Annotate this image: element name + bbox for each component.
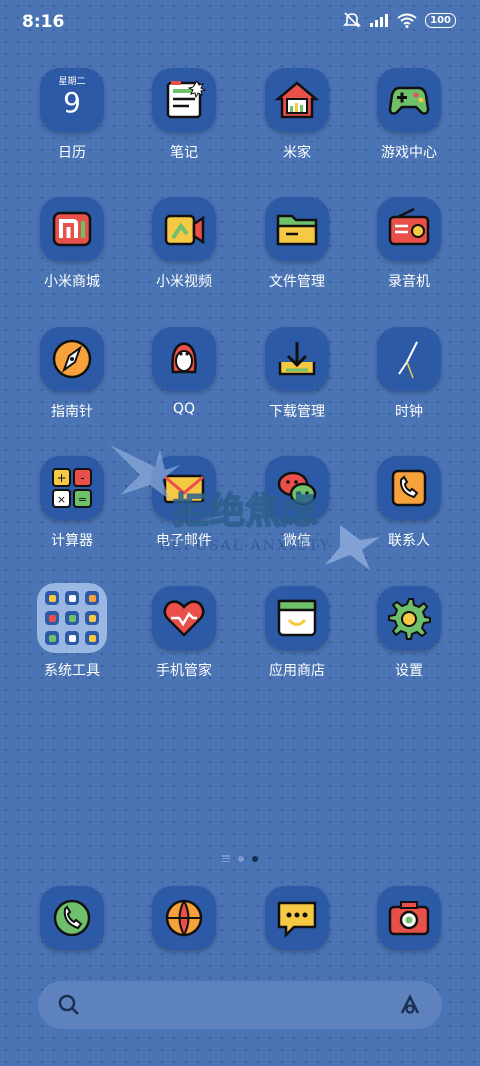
wifi-icon (397, 13, 417, 28)
folder-icon (265, 197, 329, 261)
app-calendar[interactable]: 星期二 9 日历 (22, 68, 122, 162)
watermark-subtitle: REFUSAL ANXIETY (159, 538, 331, 554)
page-indicator[interactable] (0, 855, 480, 862)
page-dot (238, 855, 244, 862)
app-settings[interactable]: 设置 (359, 586, 459, 680)
svg-text:=: = (78, 493, 87, 506)
browser-icon (152, 886, 216, 950)
app-label: 小米视频 (156, 274, 212, 290)
watermark-title: 拒绝焦虑 (173, 490, 317, 532)
app-label: 手机管家 (156, 663, 212, 679)
svg-text:-: - (80, 471, 84, 485)
contacts-icon (377, 456, 441, 520)
search-icon (58, 994, 79, 1015)
calendar-day: 9 (63, 86, 81, 119)
app-game-center[interactable]: 游戏中心 (359, 68, 459, 162)
app-label: QQ (172, 401, 196, 417)
app-calculator[interactable]: + - × = 计算器 (22, 456, 122, 550)
recorder-icon (377, 197, 441, 261)
signal-icon (370, 14, 389, 27)
app-file-manager[interactable]: 文件管理 (247, 197, 347, 291)
app-mi-store[interactable]: 小米商城 (22, 197, 122, 291)
app-clock[interactable]: 时钟 (359, 327, 459, 421)
app-mi-video[interactable]: 小米视频 (134, 197, 234, 291)
folder-group-icon (37, 583, 107, 653)
app-label: 计算器 (51, 533, 93, 549)
app-label: 文件管理 (269, 274, 325, 290)
app-label: 指南针 (51, 404, 93, 420)
calculator-icon: + - × = (40, 456, 104, 520)
status-icons: 100 (343, 12, 456, 28)
refusal-anxiety-watermark: 拒绝焦虑 REFUSAL ANXIETY (110, 445, 380, 570)
mijia-home-icon (265, 68, 329, 132)
mute-icon (343, 12, 362, 28)
app-label: 米家 (283, 145, 311, 161)
app-label: 小米商城 (44, 274, 100, 290)
app-label: 应用商店 (269, 663, 325, 679)
compass-icon (40, 327, 104, 391)
app-label: 设置 (395, 663, 423, 679)
app-security[interactable]: 手机管家 (134, 586, 234, 680)
notes-icon (152, 68, 216, 132)
app-label: 日历 (58, 145, 86, 161)
app-label: 时钟 (395, 404, 423, 420)
app-compass[interactable]: 指南针 (22, 327, 122, 421)
battery-indicator: 100 (425, 12, 456, 28)
phone-icon (40, 886, 104, 950)
qq-penguin-icon (152, 327, 216, 391)
gear-icon (377, 586, 441, 650)
app-mijia[interactable]: 米家 (247, 68, 347, 162)
download-icon (265, 327, 329, 391)
app-label: 下载管理 (269, 404, 325, 420)
page-dot-active (252, 855, 258, 862)
dock-messages[interactable] (247, 886, 347, 950)
status-time: 8:16 (22, 12, 65, 32)
assistant-icon[interactable] (398, 994, 422, 1016)
status-bar: 8:16 100 (0, 0, 480, 44)
security-heart-icon (152, 586, 216, 650)
svg-text:×: × (57, 493, 66, 506)
app-app-store[interactable]: 应用商店 (247, 586, 347, 680)
dock-browser[interactable] (134, 886, 234, 950)
svg-text:+: + (56, 471, 66, 485)
app-store-icon (265, 586, 329, 650)
app-folder-system-tools[interactable]: 系统工具 (22, 583, 122, 680)
calendar-icon: 星期二 9 (40, 68, 104, 132)
clock-icon (377, 327, 441, 391)
app-recorder[interactable]: 录音机 (359, 197, 459, 291)
video-icon (152, 197, 216, 261)
dock-camera[interactable] (359, 886, 459, 950)
app-qq[interactable]: QQ (134, 327, 234, 417)
app-label: 游戏中心 (381, 145, 437, 161)
page-list-icon (222, 855, 230, 862)
app-label: 录音机 (388, 274, 430, 290)
gamepad-icon (377, 68, 441, 132)
app-label: 笔记 (170, 145, 198, 161)
app-label: 系统工具 (44, 663, 100, 679)
camera-icon (377, 886, 441, 950)
search-bar[interactable] (38, 981, 442, 1029)
mi-store-icon (40, 197, 104, 261)
dock-phone[interactable] (22, 886, 122, 950)
messages-icon (265, 886, 329, 950)
app-download-manager[interactable]: 下载管理 (247, 327, 347, 421)
app-notes[interactable]: 笔记 (134, 68, 234, 162)
